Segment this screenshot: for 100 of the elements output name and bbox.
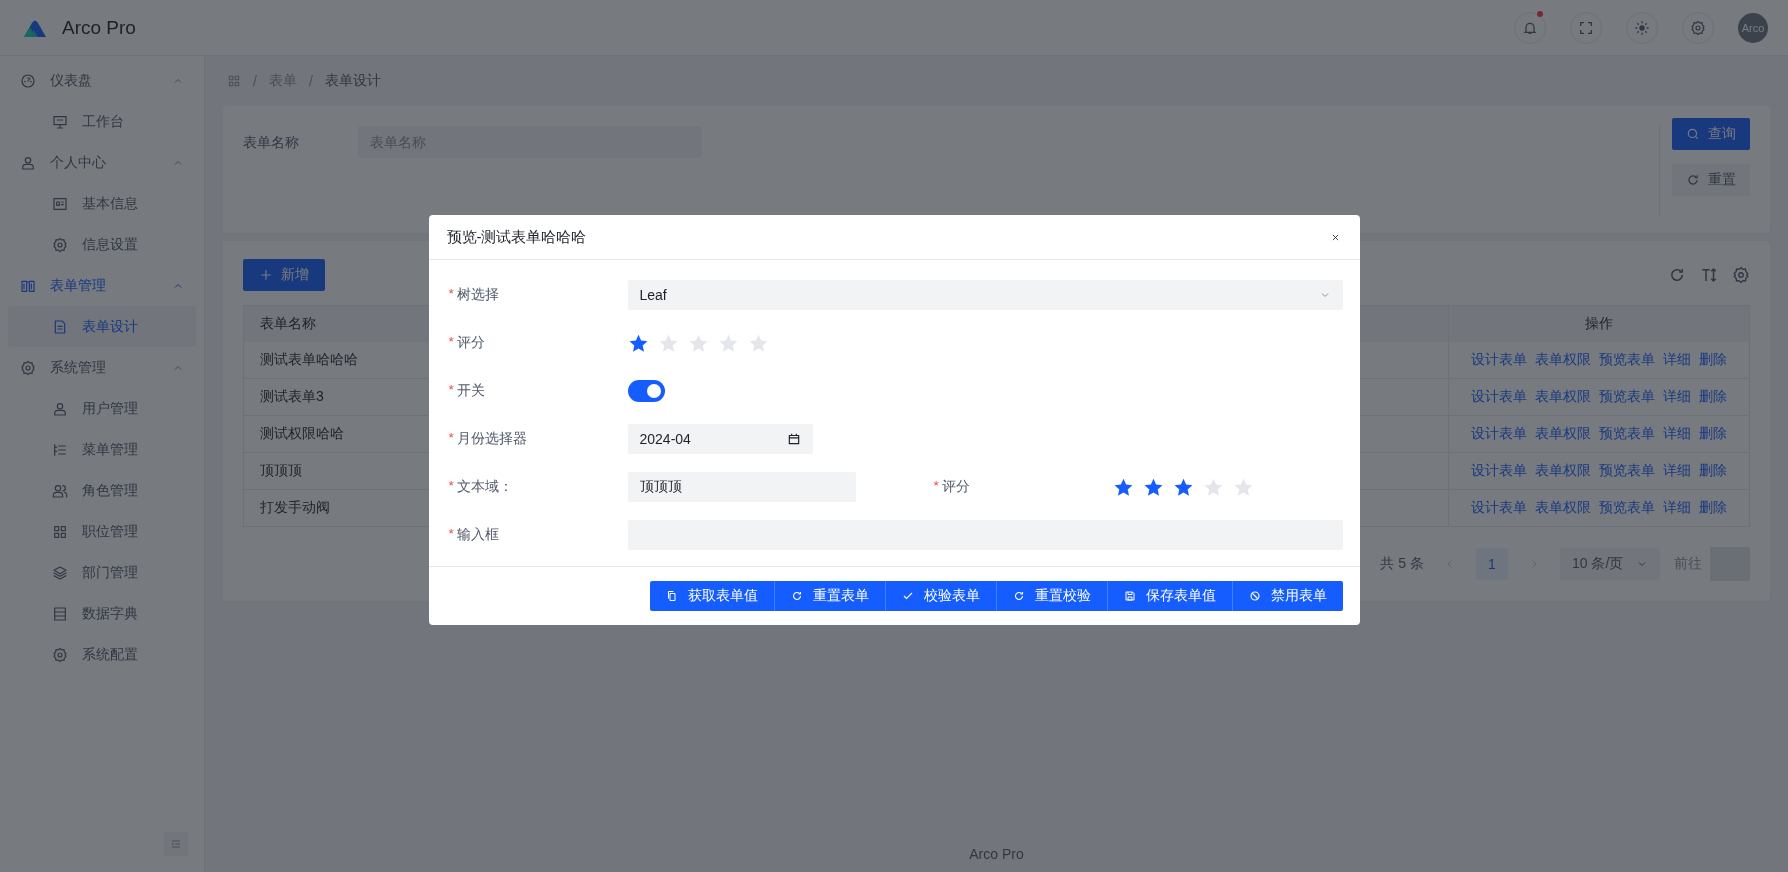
action-link[interactable]: 预览表单 [1599,425,1655,443]
notification-button[interactable] [1514,11,1546,44]
action-button[interactable]: 重置表单 [773,581,885,611]
menu-group[interactable]: 仪表盘 [0,60,204,101]
reset-button[interactable]: 重置 [1672,164,1750,196]
star-icon[interactable] [687,332,709,354]
action-link[interactable]: 表单权限 [1535,462,1591,480]
action-button[interactable]: 校验表单 [884,581,996,611]
field-label: 文本域： [456,478,513,496]
document-icon [52,318,68,335]
action-link[interactable]: 设计表单 [1471,462,1527,480]
menu-item[interactable]: 部门管理 [8,552,196,593]
action-link[interactable]: 详细 [1663,425,1691,443]
query-button[interactable]: 查询 [1672,118,1750,150]
star-icon[interactable] [657,332,679,354]
action-link[interactable]: 删除 [1699,499,1727,517]
star-icon[interactable] [1142,476,1164,498]
action-button[interactable]: 保存表单值 [1106,581,1232,611]
action-button[interactable]: 重置校验 [995,581,1107,611]
save-icon [1123,590,1136,602]
action-link[interactable]: 详细 [1663,351,1691,369]
menu-item[interactable]: 基本信息 [8,183,196,224]
page-size-select[interactable]: 10 条/页 [1560,548,1660,580]
star-icon[interactable] [627,332,649,354]
calendar-icon [786,432,801,446]
text-area[interactable]: 顶顶顶 [627,472,856,502]
action-link[interactable]: 设计表单 [1471,351,1527,369]
menu-item[interactable]: 职位管理 [8,511,196,552]
action-link[interactable]: 删除 [1699,425,1727,443]
action-link[interactable]: 详细 [1663,462,1691,480]
dashboard-icon [20,72,36,89]
gear-icon [52,236,68,253]
settings-button[interactable] [1682,11,1714,44]
required-mark: * [448,478,454,495]
action-link[interactable]: 删除 [1699,388,1727,406]
required-mark: * [933,478,939,495]
breadcrumb-item[interactable]: 表单设计 [324,72,381,90]
table-cell: 测试表单哈哈哈 [260,351,358,369]
action-link[interactable]: 删除 [1699,462,1727,480]
toggle-switch[interactable] [627,380,665,402]
action-link[interactable]: 详细 [1663,499,1691,517]
menu-item[interactable]: 角色管理 [8,470,196,511]
menu-group[interactable]: 表单管理 [0,265,204,306]
menu-item[interactable]: 系统配置 [8,634,196,675]
tree-select[interactable]: Leaf [627,280,1343,310]
action-link[interactable]: 预览表单 [1599,388,1655,406]
required-mark: * [448,334,454,351]
action-link[interactable]: 设计表单 [1471,425,1527,443]
theme-button[interactable] [1626,11,1658,44]
month-picker[interactable]: 2024-04 [627,424,813,454]
menu-group[interactable]: 系统管理 [0,347,204,388]
menu-group[interactable]: 个人中心 [0,142,204,183]
star-icon[interactable] [717,332,739,354]
action-button[interactable]: 禁用表单 [1231,581,1343,611]
star-icon[interactable] [1232,476,1254,498]
star-icon[interactable] [1112,476,1134,498]
refresh-icon[interactable] [1668,266,1686,284]
action-link[interactable]: 预览表单 [1599,462,1655,480]
action-link[interactable]: 删除 [1699,351,1727,369]
gear-icon [52,646,68,663]
action-link[interactable]: 表单权限 [1535,351,1591,369]
menu-item[interactable]: 数据字典 [8,593,196,634]
menu-item[interactable]: 工作台 [8,101,196,142]
settings-icon [1690,19,1706,36]
field-label: 表单名称 [243,133,300,152]
action-button[interactable]: 获取表单值 [649,581,774,611]
close-icon[interactable] [1330,232,1340,242]
action-link[interactable]: 表单权限 [1535,425,1591,443]
action-link[interactable]: 表单权限 [1535,388,1591,406]
menu-item[interactable]: 用户管理 [8,388,196,429]
dialog-title: 预览-测试表单哈哈哈 [446,227,587,247]
action-link[interactable]: 详细 [1663,388,1691,406]
action-link[interactable]: 预览表单 [1599,351,1655,369]
apps-icon [227,74,241,88]
star-icon[interactable] [747,332,769,354]
check-icon [901,590,914,602]
table-cell: 测试权限哈哈 [260,425,344,443]
menu-item[interactable]: 信息设置 [8,224,196,265]
menu-item[interactable]: 菜单管理 [8,429,196,470]
gear-icon [20,359,36,376]
layers-icon [52,564,68,581]
star-icon[interactable] [1202,476,1224,498]
forbidden-icon [1248,590,1261,602]
collapse-icon [170,838,182,850]
action-link[interactable]: 设计表单 [1471,499,1527,517]
page-button[interactable]: 1 [1476,548,1508,580]
sun-icon [1634,19,1650,36]
star-icon[interactable] [1172,476,1194,498]
settings-icon[interactable] [1732,266,1750,284]
add-button[interactable]: 新增 [243,259,325,291]
collapse-button[interactable] [164,832,188,856]
action-link[interactable]: 设计表单 [1471,388,1527,406]
row-height-icon[interactable] [1700,266,1718,284]
fullscreen-button[interactable] [1570,11,1602,44]
refresh-icon [790,590,803,602]
copy-icon [665,590,678,602]
menu-item[interactable]: 表单设计 [8,306,196,347]
app-title: Arco Pro [62,16,136,39]
action-link[interactable]: 表单权限 [1535,499,1591,517]
action-link[interactable]: 预览表单 [1599,499,1655,517]
